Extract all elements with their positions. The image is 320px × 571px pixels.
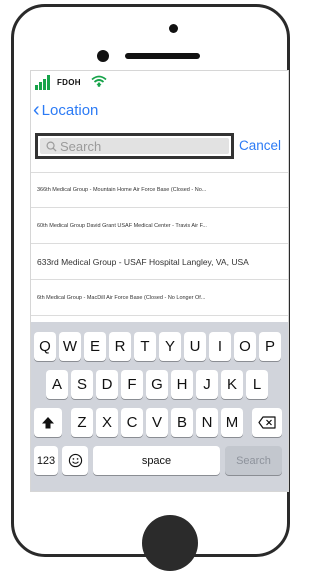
key-u[interactable]: U xyxy=(184,332,206,361)
back-label: Location xyxy=(41,101,99,119)
emoji-key[interactable] xyxy=(62,446,88,475)
search-bar xyxy=(35,133,234,159)
navigation-bar: ‹ Location xyxy=(31,99,288,121)
key-c[interactable]: C xyxy=(121,408,143,437)
search-input[interactable] xyxy=(57,138,200,154)
carrier-name: FDOH xyxy=(57,78,81,87)
key-n[interactable]: N xyxy=(196,408,218,437)
proximity-sensor xyxy=(97,50,109,62)
search-key[interactable]: Search xyxy=(225,446,282,475)
list-item[interactable]: 60th Medical Group David Grant USAF Medi… xyxy=(31,208,288,244)
status-bar: FDOH xyxy=(31,71,288,95)
key-t[interactable]: T xyxy=(134,332,156,361)
earpiece-speaker xyxy=(125,53,200,59)
results-list: 366th Medical Group - Mountain Home Air … xyxy=(31,172,288,316)
key-b[interactable]: B xyxy=(171,408,193,437)
list-item[interactable]: 366th Medical Group - Mountain Home Air … xyxy=(31,172,288,208)
shift-key[interactable] xyxy=(34,408,62,437)
front-camera xyxy=(169,24,178,33)
key-w[interactable]: W xyxy=(59,332,81,361)
list-item[interactable]: 6th Medical Group - MacDill Air Force Ba… xyxy=(31,280,288,316)
list-item[interactable]: 633rd Medical Group - USAF Hospital Lang… xyxy=(31,244,288,280)
back-button[interactable]: ‹ Location xyxy=(33,99,99,121)
search-field[interactable] xyxy=(40,138,229,154)
numbers-key[interactable]: 123 xyxy=(34,446,58,475)
key-l[interactable]: L xyxy=(246,370,268,399)
key-e[interactable]: E xyxy=(84,332,106,361)
key-h[interactable]: H xyxy=(171,370,193,399)
key-k[interactable]: K xyxy=(221,370,243,399)
key-o[interactable]: O xyxy=(234,332,256,361)
key-z[interactable]: Z xyxy=(71,408,93,437)
key-x[interactable]: X xyxy=(96,408,118,437)
key-j[interactable]: J xyxy=(196,370,218,399)
screen: FDOH ‹ Location Cancel 366th Medical Gro… xyxy=(30,70,289,492)
chevron-left-icon: ‹ xyxy=(33,99,40,121)
search-icon xyxy=(46,141,57,152)
emoji-icon xyxy=(68,453,82,468)
key-p[interactable]: P xyxy=(259,332,281,361)
keyboard: Q W E R T Y U I O P A S D F G H J K L Z … xyxy=(31,322,288,491)
key-f[interactable]: F xyxy=(121,370,143,399)
key-g[interactable]: G xyxy=(146,370,168,399)
key-v[interactable]: V xyxy=(146,408,168,437)
space-key[interactable]: space xyxy=(93,446,220,475)
delete-key[interactable] xyxy=(252,408,282,437)
key-d[interactable]: D xyxy=(96,370,118,399)
wifi-icon xyxy=(91,75,107,87)
key-i[interactable]: I xyxy=(209,332,231,361)
key-y[interactable]: Y xyxy=(159,332,181,361)
key-m[interactable]: M xyxy=(221,408,243,437)
backspace-icon xyxy=(258,416,276,429)
key-r[interactable]: R xyxy=(109,332,131,361)
key-s[interactable]: S xyxy=(71,370,93,399)
shift-icon xyxy=(42,416,54,428)
cancel-button[interactable]: Cancel xyxy=(239,138,281,153)
key-q[interactable]: Q xyxy=(34,332,56,361)
key-a[interactable]: A xyxy=(46,370,68,399)
signal-bars-icon xyxy=(35,75,53,90)
